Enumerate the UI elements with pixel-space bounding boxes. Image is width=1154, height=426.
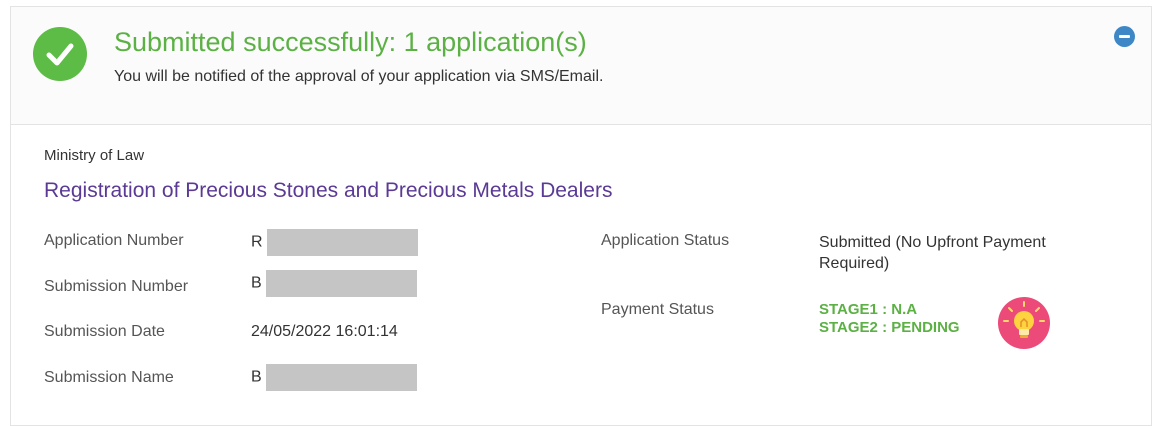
- submission-number-prefix: B: [251, 274, 262, 292]
- redaction-box: [265, 270, 417, 297]
- submission-name-value: B: [251, 364, 417, 391]
- payment-status-label: Payment Status: [601, 301, 714, 318]
- redaction-box: [265, 364, 417, 391]
- check-circle-icon: [33, 27, 87, 81]
- redaction-box: [266, 229, 418, 256]
- application-number-label: Application Number: [44, 232, 184, 249]
- service-title: Registration of Precious Stones and Prec…: [44, 179, 613, 202]
- notification-message: You will be notified of the approval of …: [114, 68, 604, 85]
- agency-name: Ministry of Law: [44, 147, 145, 164]
- application-card: Submitted successfully: 1 application(s)…: [10, 6, 1152, 426]
- payment-stage2: STAGE2 : PENDING: [819, 319, 960, 336]
- submission-name-prefix: B: [251, 368, 262, 386]
- application-number-prefix: R: [251, 233, 263, 251]
- application-status-value: Submitted (No Upfront Payment Required): [819, 232, 1046, 274]
- success-title: Submitted successfully: 1 application(s): [114, 27, 587, 57]
- payment-stage1: STAGE1 : N.A: [819, 301, 918, 318]
- submission-name-label: Submission Name: [44, 369, 174, 386]
- minus-circle-icon[interactable]: [1114, 26, 1135, 47]
- submission-number-label: Submission Number: [44, 278, 189, 295]
- application-status-line1: Submitted (No Upfront Payment: [819, 234, 1046, 251]
- lightbulb-icon[interactable]: [998, 297, 1050, 349]
- success-banner: Submitted successfully: 1 application(s)…: [11, 7, 1151, 125]
- submission-number-value: B: [251, 270, 417, 297]
- application-status-line2: Required): [819, 255, 890, 272]
- submission-date-value: 24/05/2022 16:01:14: [251, 323, 398, 340]
- submission-date-label: Submission Date: [44, 323, 165, 340]
- application-status-label: Application Status: [601, 232, 730, 249]
- application-number-value: R: [251, 229, 418, 256]
